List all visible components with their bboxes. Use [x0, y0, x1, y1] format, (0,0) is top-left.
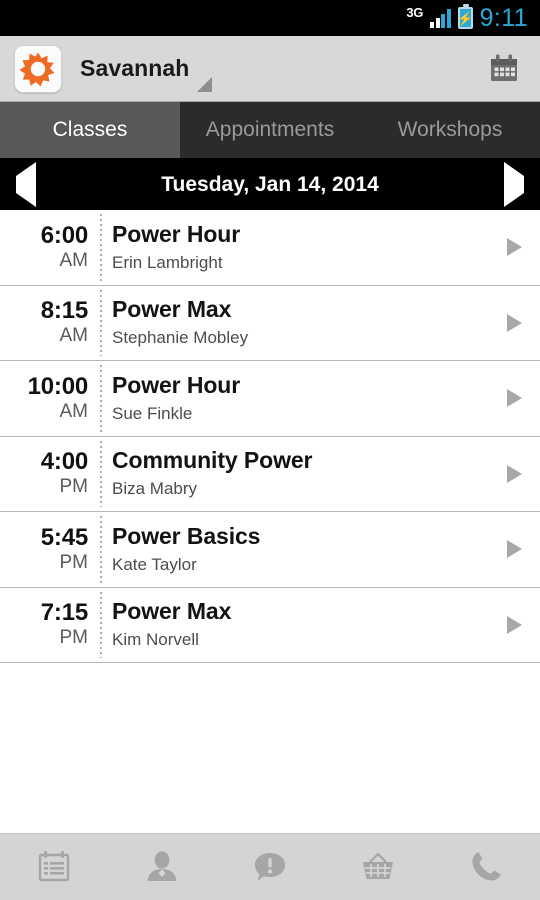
row-info-column: Community Power Biza Mabry	[100, 437, 488, 512]
calendar-icon	[491, 54, 517, 81]
app-logo	[14, 44, 62, 93]
row-divider	[100, 289, 102, 356]
calendar-button[interactable]	[482, 47, 526, 91]
row-time-column: 8:15 AM	[0, 286, 100, 361]
row-meridiem: PM	[59, 627, 89, 649]
app-header: Savannah	[0, 36, 540, 102]
right-triangle-icon	[506, 238, 522, 257]
orange-starburst-icon	[20, 52, 55, 86]
row-meridiem: PM	[59, 551, 89, 573]
row-class-name: Power Hour	[112, 371, 241, 398]
alert-bubble-icon	[255, 853, 285, 881]
tab-appointments[interactable]: Appointments	[180, 102, 360, 158]
right-triangle-icon	[506, 313, 522, 332]
network-type-label: 3G	[406, 4, 424, 20]
schedule-icon	[38, 851, 70, 882]
table-row[interactable]: 7:15 PM Power Max Kim Norvell	[0, 587, 540, 663]
row-meridiem: AM	[59, 249, 89, 271]
row-time: 6:00	[40, 221, 88, 249]
row-instructor: Erin Lambright	[112, 252, 223, 272]
row-instructor: Stephanie Mobley	[112, 328, 249, 347]
app-root: 3G ⚡ 9:11 Savannah Classes Appointments …	[0, 0, 540, 900]
row-class-name: Power Basics	[112, 522, 261, 549]
tab-classes[interactable]: Classes	[0, 102, 180, 158]
row-instructor: Sue Finkle	[112, 403, 193, 423]
row-divider	[100, 214, 102, 281]
row-class-name: Power Max	[112, 598, 232, 625]
row-divider	[100, 516, 102, 583]
battery-charging-icon: ⚡	[457, 4, 473, 29]
nav-profile-button[interactable]	[108, 834, 216, 900]
row-divider	[100, 365, 102, 432]
row-meridiem: AM	[59, 325, 89, 347]
right-triangle-icon	[506, 389, 522, 408]
row-disclosure-button[interactable]	[488, 437, 540, 512]
row-disclosure-button[interactable]	[488, 210, 540, 285]
row-class-name: Power Hour	[112, 220, 241, 247]
row-time-column: 4:00 PM	[0, 437, 100, 512]
row-instructor: Biza Mabry	[112, 479, 198, 498]
signal-strength-icon	[430, 8, 451, 28]
row-instructor: Kate Taylor	[112, 554, 197, 574]
row-instructor: Kim Norvell	[112, 630, 199, 649]
table-row[interactable]: 8:15 AM Power Max Stephanie Mobley	[0, 285, 540, 361]
right-triangle-icon	[506, 464, 522, 483]
row-time: 10:00	[27, 372, 89, 400]
brand-selector[interactable]: Savannah	[80, 55, 213, 92]
table-row[interactable]: 10:00 AM Power Hour Sue Finkle	[0, 361, 540, 437]
previous-day-button[interactable]	[16, 162, 36, 207]
right-triangle-icon	[504, 162, 524, 207]
row-disclosure-button[interactable]	[488, 588, 540, 663]
row-time: 5:45	[40, 523, 88, 551]
row-time: 7:15	[40, 599, 88, 627]
row-disclosure-button[interactable]	[488, 361, 540, 436]
row-class-name: Community Power	[112, 447, 313, 474]
row-info-column: Power Hour Erin Lambright	[100, 210, 488, 285]
table-row[interactable]: 4:00 PM Community Power Biza Mabry	[0, 436, 540, 512]
date-navigation-bar: Tuesday, Jan 14, 2014	[0, 160, 540, 210]
right-triangle-icon	[506, 540, 522, 559]
row-info-column: Power Hour Sue Finkle	[100, 361, 488, 436]
row-time-column: 6:00 AM	[0, 210, 100, 285]
row-info-column: Power Max Kim Norvell	[100, 588, 488, 663]
nav-phone-button[interactable]	[432, 834, 540, 900]
row-info-column: Power Basics Kate Taylor	[100, 512, 488, 587]
right-triangle-icon	[506, 615, 522, 634]
current-date-label: Tuesday, Jan 14, 2014	[161, 173, 379, 196]
row-class-name: Power Max	[112, 296, 232, 323]
row-time-column: 7:15 PM	[0, 588, 100, 663]
tab-workshops[interactable]: Workshops	[360, 102, 540, 158]
row-time-column: 5:45 PM	[0, 512, 100, 587]
table-row[interactable]: 5:45 PM Power Basics Kate Taylor	[0, 512, 540, 588]
phone-icon	[472, 852, 501, 881]
class-list: 6:00 AM Power Hour Erin Lambright 8:15 A…	[0, 210, 540, 833]
row-meridiem: PM	[59, 476, 89, 498]
left-triangle-icon	[16, 162, 36, 207]
shopping-basket-icon	[363, 852, 393, 879]
table-row[interactable]: 6:00 AM Power Hour Erin Lambright	[0, 210, 540, 286]
status-bar: 3G ⚡ 9:11	[0, 0, 540, 36]
row-time: 8:15	[40, 297, 88, 325]
row-disclosure-button[interactable]	[488, 512, 540, 587]
nav-alerts-button[interactable]	[216, 834, 324, 900]
nav-schedule-button[interactable]	[0, 834, 108, 900]
profile-icon	[147, 851, 177, 881]
row-divider	[100, 440, 102, 507]
tab-bar: Classes Appointments Workshops	[0, 102, 540, 160]
status-bar-clock: 9:11	[479, 3, 528, 32]
next-day-button[interactable]	[504, 162, 524, 207]
row-info-column: Power Max Stephanie Mobley	[100, 286, 488, 361]
row-time-column: 10:00 AM	[0, 361, 100, 436]
row-disclosure-button[interactable]	[488, 286, 540, 361]
brand-name-label: Savannah	[80, 55, 190, 81]
row-time: 4:00	[40, 448, 88, 476]
bottom-navigation-bar	[0, 833, 540, 900]
caret-down-icon	[197, 77, 213, 92]
nav-cart-button[interactable]	[324, 834, 432, 900]
row-meridiem: AM	[59, 400, 89, 422]
row-divider	[100, 591, 102, 658]
